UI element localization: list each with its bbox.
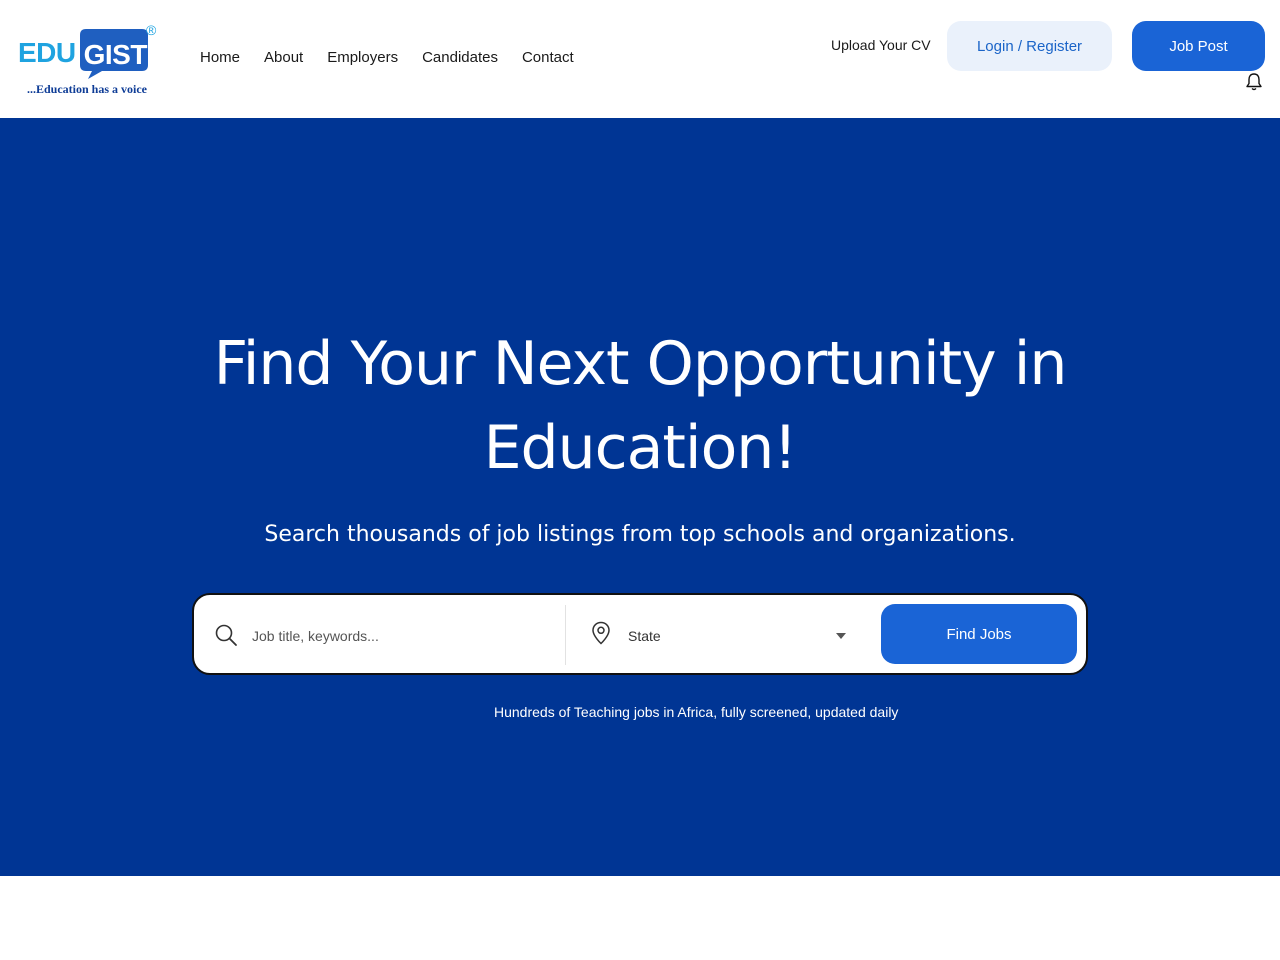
logo-speech-bubble: GIST — [78, 27, 150, 79]
nav-item-employers[interactable]: Employers — [327, 49, 398, 66]
nav-item-contact[interactable]: Contact — [522, 49, 574, 66]
search-icon — [214, 623, 238, 647]
job-post-button[interactable]: Job Post — [1132, 21, 1265, 71]
hero-subtitle: Search thousands of job listings from to… — [264, 522, 1016, 547]
hero-section: Find Your Next Opportunity in Education!… — [0, 118, 1280, 876]
logo-edu-text: EDU — [18, 37, 76, 68]
main-nav: Home About Employers Candidates Contact — [200, 49, 574, 66]
state-select[interactable]: State — [628, 621, 858, 651]
nav-item-candidates[interactable]: Candidates — [422, 49, 498, 66]
keyword-search-input[interactable] — [252, 621, 552, 651]
hero-note: Hundreds of Teaching jobs in Africa, ful… — [494, 704, 899, 720]
logo-wordmark: EDU GIST — [18, 27, 150, 79]
login-register-button[interactable]: Login / Register — [947, 21, 1112, 71]
upload-cv-link[interactable]: Upload Your CV — [831, 37, 931, 53]
edugist-logo[interactable]: EDU GIST ® ...Education has a voice — [18, 22, 163, 102]
state-select-value: State — [628, 628, 661, 644]
search-divider — [565, 605, 566, 665]
logo-tagline: ...Education has a voice — [27, 82, 148, 96]
map-pin-icon — [591, 621, 611, 645]
find-jobs-button[interactable]: Find Jobs — [881, 604, 1077, 664]
site-header: EDU GIST ® ...Education has a voice Home… — [0, 0, 1280, 118]
logo-gist-text: GIST — [83, 39, 148, 70]
job-search-bar: State Find Jobs — [192, 593, 1088, 675]
registered-mark: ® — [146, 22, 157, 38]
hero-title: Find Your Next Opportunity in Education! — [213, 329, 1068, 483]
nav-item-home[interactable]: Home — [200, 49, 240, 66]
nav-item-about[interactable]: About — [264, 49, 303, 66]
caret-down-icon — [836, 633, 846, 639]
bell-icon[interactable] — [1244, 72, 1264, 92]
